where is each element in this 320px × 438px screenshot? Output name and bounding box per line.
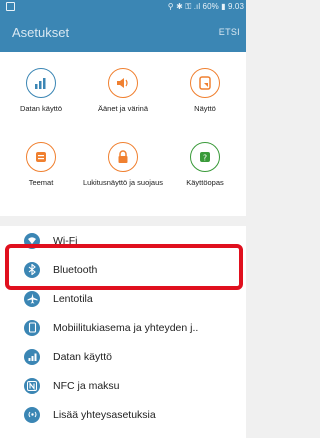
settings-item-data-usage[interactable]: Datan käyttö: [0, 342, 246, 371]
quick-label: Käyttöopas: [186, 178, 224, 187]
settings-item-more-connections[interactable]: Lisää yhteysasetuksia: [0, 400, 246, 429]
search-button[interactable]: ETSI: [219, 27, 240, 37]
settings-item-label: Lentotila: [53, 292, 93, 305]
data-usage-icon: [24, 348, 40, 365]
speaker-icon: [108, 68, 138, 98]
help-icon: ?: [190, 142, 220, 172]
screenshot-icon: [6, 2, 15, 11]
quick-data-usage[interactable]: Datan käyttö: [0, 68, 82, 113]
app-bar: Asetukset ETSI: [0, 14, 246, 52]
status-indicators: ⚲ ✱ ⚿ .ıl 60% ▮ 9.03: [167, 2, 244, 11]
settings-item-label: Lisää yhteysasetuksia: [53, 408, 156, 421]
settings-item-label: NFC ja maksu: [53, 379, 120, 392]
settings-item-nfc[interactable]: NFC ja maksu: [0, 371, 246, 400]
quick-label: Äänet ja värinä: [97, 104, 149, 113]
quick-sounds[interactable]: Äänet ja värinä: [82, 68, 164, 113]
settings-item-label: Datan käyttö: [53, 350, 112, 363]
quick-label: Näyttö: [194, 104, 216, 113]
display-icon: [190, 68, 220, 98]
quick-themes[interactable]: Teemat: [0, 142, 82, 187]
quick-settings-panel: Datan käyttö Äänet ja värinä Näyttö Teem…: [0, 52, 246, 216]
svg-text:?: ?: [203, 154, 207, 163]
settings-item-hotspot[interactable]: Mobiilitukiasema ja yhteyden j..: [0, 313, 246, 342]
more-connections-icon: [24, 406, 40, 423]
quick-label: Teemat: [28, 178, 54, 187]
settings-item-label: Mobiilitukiasema ja yhteyden j..: [53, 321, 199, 334]
quick-lockscreen[interactable]: Lukitusnäyttö ja suojaus: [82, 142, 164, 187]
quick-display[interactable]: Näyttö: [164, 68, 246, 113]
bluetooth-highlight-box: [5, 244, 243, 290]
status-bar: ⚲ ✱ ⚿ .ıl 60% ▮ 9.03: [0, 0, 246, 14]
section-divider: [0, 216, 246, 226]
lock-icon: [108, 142, 138, 172]
quick-label: Lukitusnäyttö ja suojaus: [82, 178, 164, 187]
bar-chart-icon: [26, 68, 56, 98]
quick-label: Datan käyttö: [19, 104, 63, 113]
hotspot-icon: [24, 319, 40, 336]
nfc-icon: [24, 377, 40, 394]
quick-user-manual[interactable]: ? Käyttöopas: [164, 142, 246, 187]
airplane-icon: [24, 290, 40, 307]
page-title: Asetukset: [12, 25, 70, 40]
palette-icon: [26, 142, 56, 172]
